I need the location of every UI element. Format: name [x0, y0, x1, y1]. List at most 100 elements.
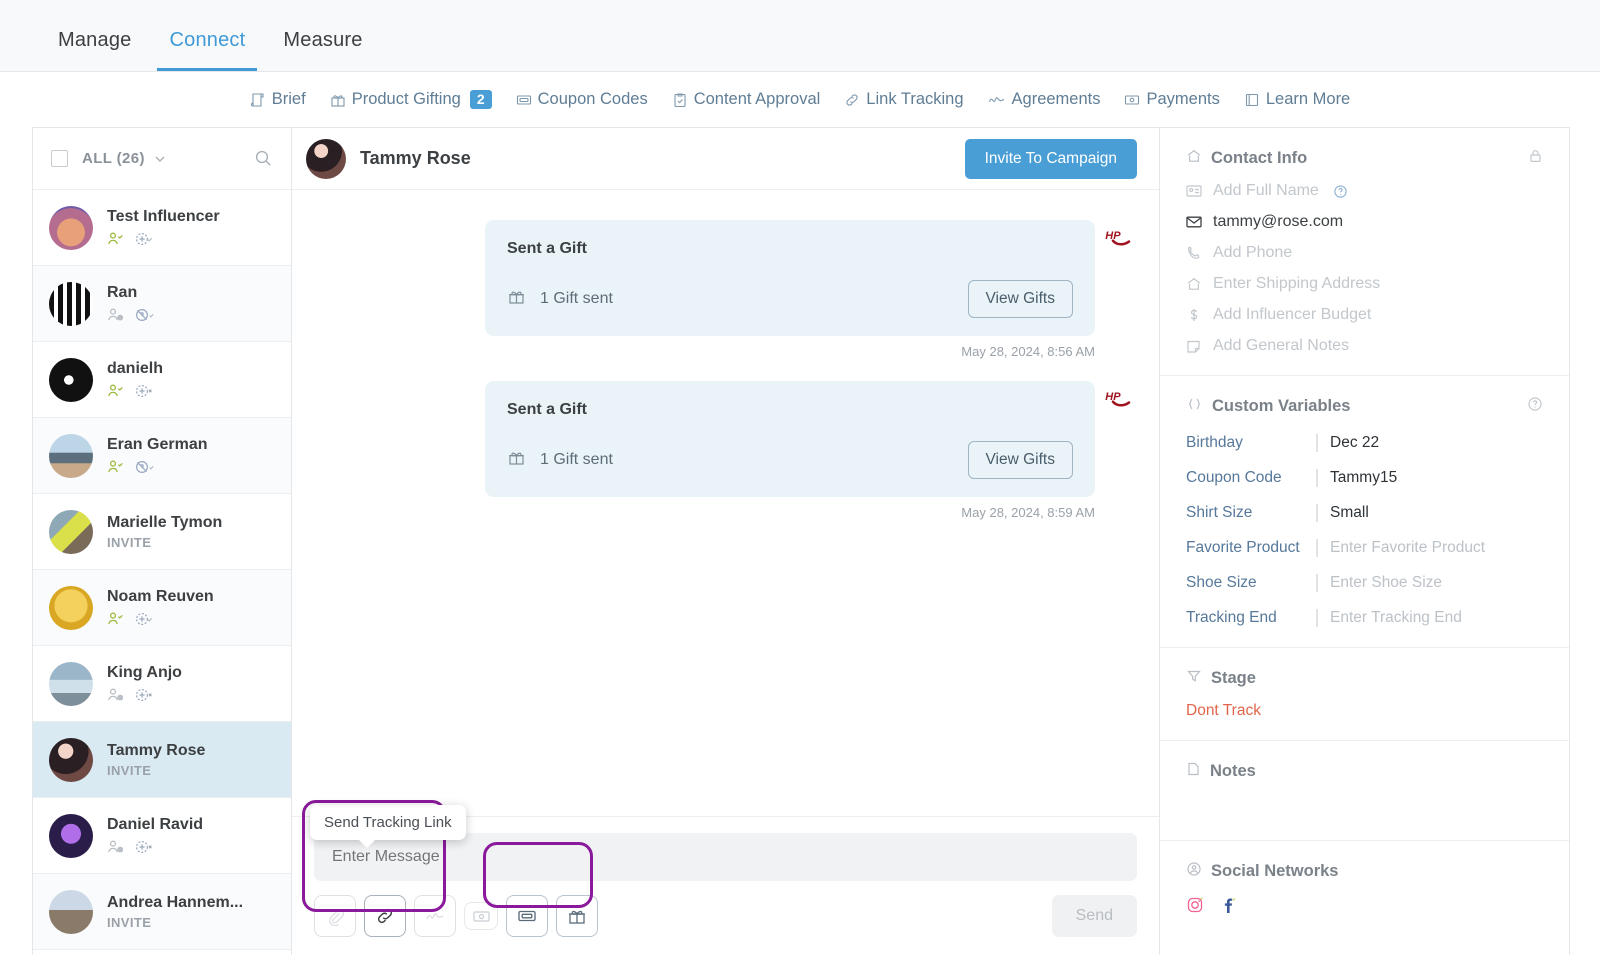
list-item-name: Test Influencer: [107, 208, 220, 225]
list-item[interactable]: Marielle Tymon INVITE: [33, 494, 291, 570]
select-all-checkbox[interactable]: [51, 150, 68, 167]
conversation-header: Tammy Rose Invite To Campaign: [292, 128, 1159, 190]
influencer-list[interactable]: Test Influencer Ran danielh Eran German …: [33, 190, 291, 955]
gift-message-bubble: Sent a Gift 1 Gift sent View Gifts: [485, 220, 1095, 336]
tab-measure[interactable]: Measure: [271, 29, 374, 71]
list-item-status-label: INVITE: [107, 762, 152, 778]
signature-icon[interactable]: [414, 895, 456, 937]
contact-info-row[interactable]: tammy@rose.com: [1186, 213, 1543, 231]
list-item[interactable]: Noam Reuven: [33, 570, 291, 646]
section-title: Notes: [1210, 762, 1256, 780]
list-item[interactable]: Ran: [33, 266, 291, 342]
ticket-icon: [516, 92, 532, 108]
custom-variable-row: Birthday Dec 22: [1186, 434, 1543, 452]
custom-variable-value[interactable]: Dec 22: [1316, 434, 1379, 452]
custom-variable-value[interactable]: Tammy15: [1316, 469, 1397, 487]
custom-variable-value[interactable]: Enter Tracking End: [1316, 609, 1462, 627]
instagram-icon[interactable]: [1186, 896, 1205, 920]
subnav-label: Content Approval: [693, 90, 821, 108]
message-timestamp: May 28, 2024, 8:59 AM: [961, 505, 1095, 520]
gift-message-bubble: Sent a Gift 1 Gift sent View Gifts: [485, 381, 1095, 497]
custom-variable-value[interactable]: Enter Shoe Size: [1316, 574, 1442, 592]
lock-icon[interactable]: [1528, 148, 1543, 169]
subnav-agreements[interactable]: Agreements: [988, 90, 1100, 109]
list-item-name: danielh: [107, 360, 164, 377]
stage-header: Stage: [1186, 668, 1543, 689]
send-button[interactable]: Send: [1051, 895, 1137, 937]
list-item[interactable]: Andrea Hannem... INVITE: [33, 874, 291, 950]
list-item-status-icons: [107, 383, 163, 399]
message-timestamp: May 28, 2024, 8:56 AM: [961, 344, 1095, 359]
invite-to-campaign-button[interactable]: Invite To Campaign: [964, 138, 1137, 179]
send-tracking-link-tooltip: Send Tracking Link: [310, 805, 466, 848]
contact-info-rows: Add Full Name tammy@rose.com Add Phone E…: [1186, 182, 1543, 355]
list-item-status-label: INVITE: [107, 534, 152, 550]
subnav-product-gifting[interactable]: Product Gifting 2: [330, 90, 492, 109]
attachment-icon[interactable]: [314, 895, 356, 937]
custom-variable-value[interactable]: Small: [1316, 504, 1369, 522]
message-thread: Sent a Gift 1 Gift sent View Gifts HP Ma…: [292, 190, 1159, 816]
list-item-name: Noam Reuven: [107, 588, 214, 605]
book-icon: [1244, 92, 1260, 108]
subnav-label: Learn More: [1265, 90, 1351, 108]
note-icon: [1186, 339, 1203, 354]
contact-info-row[interactable]: Enter Shipping Address: [1186, 275, 1543, 293]
question-circle-icon[interactable]: [1527, 396, 1543, 417]
subnav-brief[interactable]: Brief: [250, 90, 306, 109]
notes-body[interactable]: [1186, 782, 1543, 820]
question-circle-icon[interactable]: [1333, 184, 1348, 199]
avatar: [49, 889, 93, 934]
tab-manage[interactable]: Manage: [46, 29, 143, 71]
list-item[interactable]: Test Influencer: [33, 190, 291, 266]
payment-icon[interactable]: [464, 902, 498, 930]
list-item-text: Test Influencer: [107, 208, 220, 247]
list-item[interactable]: Tammy Rose INVITE: [33, 722, 291, 798]
custom-variable-row: Tracking End Enter Tracking End: [1186, 609, 1543, 627]
list-item[interactable]: danielh: [33, 342, 291, 418]
subnav-label: Coupon Codes: [537, 90, 648, 108]
custom-variable-key: Shoe Size: [1186, 574, 1257, 591]
list-item[interactable]: King Anjo: [33, 646, 291, 722]
contact-info-row[interactable]: Add Phone: [1186, 244, 1543, 262]
search-icon[interactable]: [254, 149, 273, 168]
subnav-coupon-codes[interactable]: Coupon Codes: [516, 90, 648, 109]
gift-icon[interactable]: [556, 895, 598, 937]
tab-connect[interactable]: Connect: [157, 29, 258, 71]
funnel-icon: [1186, 668, 1202, 689]
subnav-payments[interactable]: Payments: [1124, 90, 1220, 109]
brand-logo-hp: HP: [1105, 389, 1131, 416]
subnav-label: Link Tracking: [866, 90, 964, 108]
list-item[interactable]: Daniel Ravid: [33, 798, 291, 874]
contact-info-row[interactable]: Add General Notes: [1186, 337, 1543, 355]
subnav-label: Brief: [271, 90, 306, 108]
message-block: Sent a Gift 1 Gift sent View Gifts HP Ma…: [320, 220, 1131, 359]
list-item-status-icons: [107, 687, 182, 703]
brand-logo-hp: HP: [1105, 228, 1131, 255]
coupon-icon[interactable]: [506, 895, 548, 937]
link-icon[interactable]: [364, 895, 406, 937]
view-gifts-button[interactable]: View Gifts: [967, 441, 1073, 479]
contact-info-row[interactable]: Add Full Name: [1186, 182, 1543, 200]
list-item[interactable]: Eran German: [33, 418, 291, 494]
custom-variable-value[interactable]: Enter Favorite Product: [1316, 539, 1485, 557]
list-item-text: danielh: [107, 360, 163, 399]
avatar: [49, 813, 93, 858]
chevron-down-icon[interactable]: [153, 152, 167, 166]
stage-value[interactable]: Dont Track: [1186, 702, 1543, 720]
list-item-text: Eran German: [107, 436, 207, 475]
subnav-content-approval[interactable]: Content Approval: [672, 90, 821, 109]
avatar: [49, 585, 93, 630]
subnav-link-tracking[interactable]: Link Tracking: [844, 90, 964, 109]
primary-nav: Manage Connect Measure: [0, 0, 1600, 72]
facebook-icon[interactable]: [1221, 896, 1237, 920]
message-input[interactable]: [314, 833, 1137, 881]
custom-variable-row: Coupon Code Tammy15: [1186, 469, 1543, 487]
subnav-label: Payments: [1146, 90, 1220, 108]
list-item-text: Marielle Tymon INVITE: [107, 514, 222, 550]
view-gifts-button[interactable]: View Gifts: [967, 280, 1073, 318]
gift-icon: [330, 92, 346, 108]
custom-variable-key: Tracking End: [1186, 609, 1277, 626]
contact-info-row[interactable]: Add Influencer Budget: [1186, 306, 1543, 324]
influencer-list-panel: ALL (26) Test Influencer Ran danielh Era…: [32, 127, 292, 955]
subnav-learn-more[interactable]: Learn More: [1244, 90, 1350, 109]
